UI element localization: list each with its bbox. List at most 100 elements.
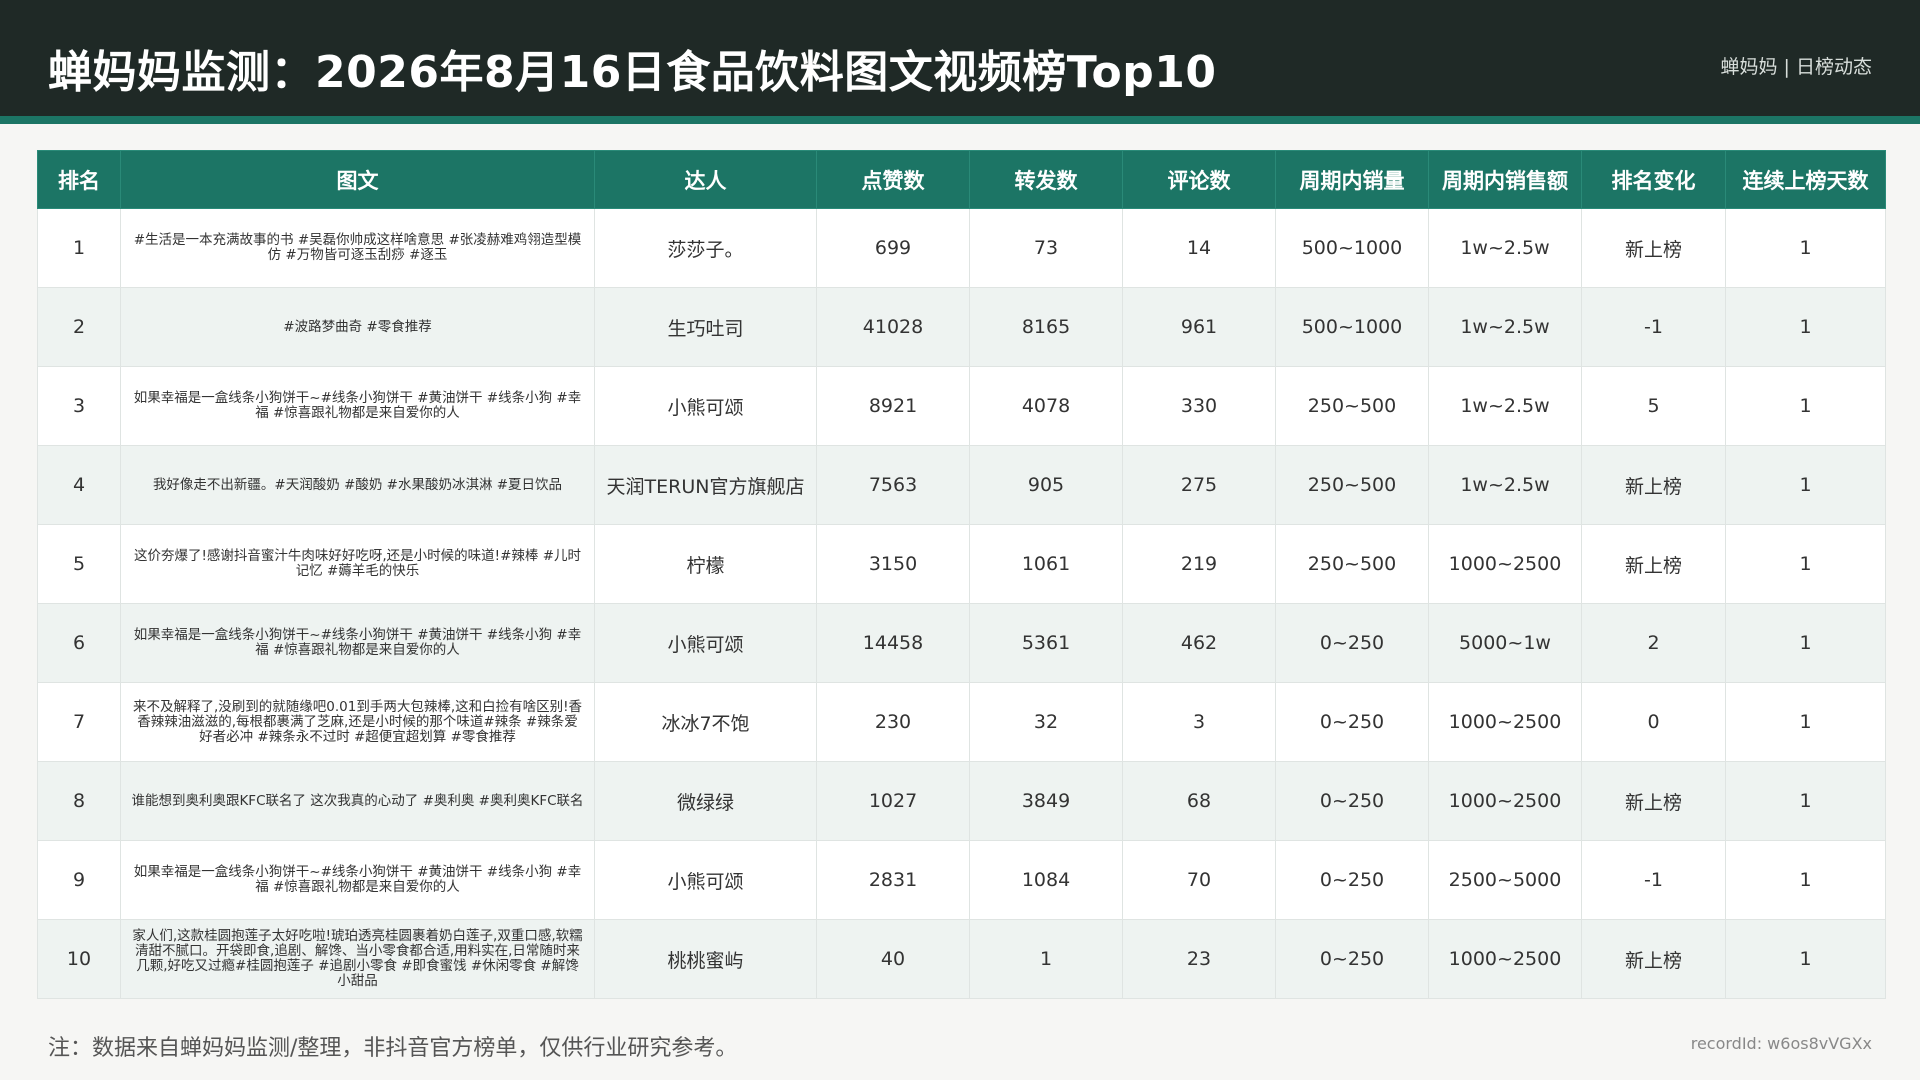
cell-post[interactable]: #生活是一本充满故事的书 #吴磊你帅成这样啥意思 #张凌赫难鸡翎造型模仿 #万物… (120, 208, 595, 288)
table-row[interactable]: 2 #波路梦曲奇 #零食推荐 生巧吐司 41028 8165 961 500~1000 1w~… (37, 287, 1886, 367)
cell-comments: 462 (1122, 603, 1276, 683)
cell-post[interactable]: 这价夯爆了!感谢抖音蜜汁牛肉味好好吃呀,还是小时候的味道!#辣棒 #儿时记忆 #… (120, 524, 595, 604)
cell-revenue: 1w~2.5w (1428, 445, 1582, 525)
column-header-rank-change[interactable]: 排名变化 (1581, 150, 1726, 209)
column-header-post[interactable]: 图文 (120, 150, 595, 209)
cell-sales: 0~250 (1275, 840, 1429, 920)
cell-revenue: 1w~2.5w (1428, 287, 1582, 367)
cell-post[interactable]: 如果幸福是一盒线条小狗饼干~#线条小狗饼干 #黄油饼干 #线条小狗 #幸福 #惊… (120, 840, 595, 920)
column-header-shares[interactable]: 转发数 (969, 150, 1123, 209)
cell-rank-change: -1 (1581, 287, 1726, 367)
cell-sales: 0~250 (1275, 603, 1429, 683)
cell-post[interactable]: 家人们,这款桂圆抱莲子太好吃啦!琥珀透亮桂圆裹着奶白莲子,双重口感,软糯清甜不腻… (120, 919, 595, 999)
cell-likes: 3150 (816, 524, 970, 604)
cell-rank-change: 新上榜 (1581, 919, 1726, 999)
cell-shares: 4078 (969, 366, 1123, 446)
cell-author[interactable]: 冰冰7不饱 (594, 682, 817, 762)
table-row[interactable]: 10 家人们,这款桂圆抱莲子太好吃啦!琥珀透亮桂圆裹着奶白莲子,双重口感,软糯清甜… (37, 919, 1886, 999)
footer-note: 注：数据来自蝉妈妈监测/整理，非抖音官方榜单，仅供行业研究参考。 (48, 1036, 738, 1061)
cell-revenue: 1000~2500 (1428, 682, 1582, 762)
cell-sales: 250~500 (1275, 445, 1429, 525)
cell-rank-change: 新上榜 (1581, 445, 1726, 525)
cell-days: 1 (1725, 287, 1886, 367)
page-title: 蝉妈妈监测：2026年8月16日食品饮料图文视频榜Top10 (48, 47, 1217, 98)
cell-author[interactable]: 生巧吐司 (594, 287, 817, 367)
cell-post[interactable]: #波路梦曲奇 #零食推荐 (120, 287, 595, 367)
column-header-revenue[interactable]: 周期内销售额 (1428, 150, 1582, 209)
cell-post[interactable]: 我好像走不出新疆。#天润酸奶 #酸奶 #水果酸奶冰淇淋 #夏日饮品 (120, 445, 595, 525)
cell-revenue: 1000~2500 (1428, 524, 1582, 604)
cell-shares: 905 (969, 445, 1123, 525)
table-row[interactable]: 4 我好像走不出新疆。#天润酸奶 #酸奶 #水果酸奶冰淇淋 #夏日饮品 天润TERU… (37, 445, 1886, 525)
ranking-table-container: 排名 图文 达人 点赞数 转发数 评论数 周期内销量 周期内销售额 排名变化 连… (37, 150, 1886, 999)
table-row[interactable]: 1 #生活是一本充满故事的书 #吴磊你帅成这样啥意思 #张凌赫难鸡翎造型模仿 #万… (37, 208, 1886, 288)
column-header-likes[interactable]: 点赞数 (816, 150, 970, 209)
cell-author[interactable]: 小熊可颂 (594, 603, 817, 683)
cell-likes: 8921 (816, 366, 970, 446)
column-header-author[interactable]: 达人 (594, 150, 817, 209)
table-row[interactable]: 5 这价夯爆了!感谢抖音蜜汁牛肉味好好吃呀,还是小时候的味道!#辣棒 #儿时记忆 … (37, 524, 1886, 604)
page-header: 蝉妈妈监测：2026年8月16日食品饮料图文视频榜Top10 蝉妈妈 | 日榜动… (0, 0, 1920, 116)
cell-sales: 0~250 (1275, 682, 1429, 762)
brand-label: 蝉妈妈 | 日榜动态 (1720, 56, 1872, 78)
cell-sales: 500~1000 (1275, 287, 1429, 367)
cell-post[interactable]: 如果幸福是一盒线条小狗饼干~#线条小狗饼干 #黄油饼干 #线条小狗 #幸福 #惊… (120, 603, 595, 683)
cell-rank: 7 (37, 682, 121, 762)
column-header-sales[interactable]: 周期内销量 (1275, 150, 1429, 209)
cell-shares: 73 (969, 208, 1123, 288)
table-row[interactable]: 7 来不及解释了,没刷到的就随缘吧0.01到手两大包辣棒,这和白捡有啥区别!香香辣… (37, 682, 1886, 762)
cell-rank: 4 (37, 445, 121, 525)
cell-likes: 1027 (816, 761, 970, 841)
cell-rank: 3 (37, 366, 121, 446)
cell-sales: 250~500 (1275, 524, 1429, 604)
cell-days: 1 (1725, 919, 1886, 999)
cell-revenue: 5000~1w (1428, 603, 1582, 683)
cell-post[interactable]: 如果幸福是一盒线条小狗饼干~#线条小狗饼干 #黄油饼干 #线条小狗 #幸福 #惊… (120, 366, 595, 446)
table-row[interactable]: 3 如果幸福是一盒线条小狗饼干~#线条小狗饼干 #黄油饼干 #线条小狗 #幸福 #… (37, 366, 1886, 446)
cell-author[interactable]: 莎莎子。 (594, 208, 817, 288)
cell-days: 1 (1725, 366, 1886, 446)
table-row[interactable]: 6 如果幸福是一盒线条小狗饼干~#线条小狗饼干 #黄油饼干 #线条小狗 #幸福 #… (37, 603, 1886, 683)
cell-rank: 8 (37, 761, 121, 841)
cell-author[interactable]: 柠檬 (594, 524, 817, 604)
cell-rank-change: 新上榜 (1581, 761, 1726, 841)
cell-likes: 2831 (816, 840, 970, 920)
cell-revenue: 1000~2500 (1428, 761, 1582, 841)
column-header-rank[interactable]: 排名 (37, 150, 121, 209)
cell-likes: 699 (816, 208, 970, 288)
cell-revenue: 2500~5000 (1428, 840, 1582, 920)
cell-days: 1 (1725, 682, 1886, 762)
cell-revenue: 1000~2500 (1428, 919, 1582, 999)
cell-author[interactable]: 小熊可颂 (594, 366, 817, 446)
cell-likes: 230 (816, 682, 970, 762)
table-row[interactable]: 9 如果幸福是一盒线条小狗饼干~#线条小狗饼干 #黄油饼干 #线条小狗 #幸福 #… (37, 840, 1886, 920)
cell-sales: 500~1000 (1275, 208, 1429, 288)
cell-rank: 6 (37, 603, 121, 683)
cell-shares: 5361 (969, 603, 1123, 683)
table-row[interactable]: 8 谁能想到奥利奥跟KFC联名了 这次我真的心动了 #奥利奥 #奥利奥KFC联名微… (37, 761, 1886, 841)
cell-comments: 330 (1122, 366, 1276, 446)
cell-post[interactable]: 来不及解释了,没刷到的就随缘吧0.01到手两大包辣棒,这和白捡有啥区别!香香辣辣… (120, 682, 595, 762)
cell-author[interactable]: 微绿绿 (594, 761, 817, 841)
cell-revenue: 1w~2.5w (1428, 366, 1582, 446)
column-header-comments[interactable]: 评论数 (1122, 150, 1276, 209)
cell-days: 1 (1725, 524, 1886, 604)
table-body: 1 #生活是一本充满故事的书 #吴磊你帅成这样啥意思 #张凌赫难鸡翎造型模仿 #万… (37, 208, 1886, 999)
cell-comments: 68 (1122, 761, 1276, 841)
cell-sales: 0~250 (1275, 761, 1429, 841)
header-divider (0, 116, 1920, 124)
cell-comments: 219 (1122, 524, 1276, 604)
cell-days: 1 (1725, 761, 1886, 841)
cell-author[interactable]: 小熊可颂 (594, 840, 817, 920)
cell-author[interactable]: 桃桃蜜屿 (594, 919, 817, 999)
cell-comments: 14 (1122, 208, 1276, 288)
cell-shares: 1084 (969, 840, 1123, 920)
cell-post[interactable]: 谁能想到奥利奥跟KFC联名了 这次我真的心动了 #奥利奥 #奥利奥KFC联名 (120, 761, 595, 841)
cell-comments: 70 (1122, 840, 1276, 920)
column-header-days[interactable]: 连续上榜天数 (1725, 150, 1886, 209)
cell-author[interactable]: 天润TERUN官方旗舰店 (594, 445, 817, 525)
cell-revenue: 1w~2.5w (1428, 208, 1582, 288)
cell-rank-change: 新上榜 (1581, 208, 1726, 288)
cell-sales: 0~250 (1275, 919, 1429, 999)
cell-comments: 23 (1122, 919, 1276, 999)
